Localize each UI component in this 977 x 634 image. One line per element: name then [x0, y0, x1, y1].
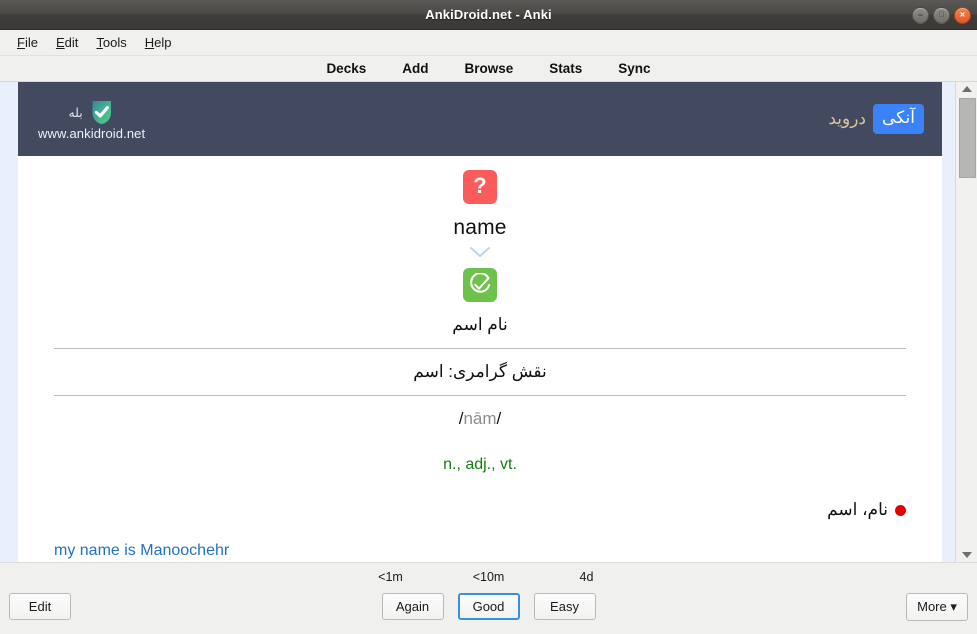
ease-intervals: <1m <10m 4d — [0, 570, 977, 584]
question-mark-glyph: ? — [473, 173, 487, 198]
menu-item-file[interactable]: File — [8, 32, 47, 53]
maximize-button[interactable]: □ — [933, 6, 950, 24]
minimize-icon: – — [917, 9, 923, 19]
card-back-icon-block — [18, 260, 942, 302]
meaning-text: نام، اسم — [827, 500, 888, 519]
bullet-dot-icon — [895, 504, 906, 516]
answer-buttons-bar: Edit <1m <10m 4d Again Good Easy More ▾ — [0, 562, 977, 634]
flashcard: بله www.ankidroid.net آنکی درويد ? name … — [18, 82, 942, 562]
scroll-down-arrow-icon[interactable] — [956, 548, 977, 562]
card-webview: بله www.ankidroid.net آنکی درويد ? name … — [0, 82, 955, 562]
menu-mnemonic-edit: E — [55, 35, 65, 50]
menu-item-help[interactable]: Help — [136, 32, 181, 53]
anki-main-window: AnkiDroid.net - Anki – □ × File Edit Too… — [0, 0, 977, 634]
pronunciation-line: /nām/ — [18, 396, 942, 442]
scroll-up-arrow-icon[interactable] — [956, 82, 977, 96]
card-front-block: ? name — [18, 156, 942, 260]
pronunciation-text: nām — [463, 409, 497, 428]
part-of-speech: n., adj., vt. — [443, 456, 517, 473]
interval-again: <1m — [378, 570, 403, 584]
minimize-button[interactable]: – — [912, 6, 929, 24]
nav-link-decks[interactable]: Decks — [326, 61, 366, 76]
more-button[interactable]: More ▾ — [906, 593, 968, 621]
shield-check-icon — [89, 99, 115, 125]
banner-url[interactable]: www.ankidroid.net — [38, 126, 145, 141]
nav-link-add[interactable]: Add — [402, 61, 428, 76]
grammar-line: نقش گرامری: اسم — [413, 362, 547, 381]
card-banner: بله www.ankidroid.net آنکی درويد — [18, 82, 942, 156]
brand-box-label: آنکی — [872, 103, 924, 135]
banner-brand-group: آنکی درويد — [828, 103, 924, 135]
menu-item-tools[interactable]: Tools — [87, 32, 135, 53]
check-circle-icon — [463, 268, 497, 302]
menu-mnemonic-file: F — [17, 35, 25, 50]
nav-link-sync[interactable]: Sync — [618, 61, 650, 76]
content-area: بله www.ankidroid.net آنکی درويد ? name … — [0, 82, 977, 562]
banner-badge-label: بله — [68, 105, 83, 120]
banner-logo-row: بله — [68, 99, 114, 125]
good-button[interactable]: Good — [457, 593, 520, 620]
ease-buttons: Again Good Easy — [0, 593, 977, 620]
chevron-down-icon[interactable] — [18, 244, 942, 260]
card-body: ? name نام اسم نقش گرامری: اسم /nām/ n.,… — [18, 156, 942, 562]
window-title: AnkiDroid.net - Anki — [425, 7, 552, 22]
menu-mnemonic-help: H — [144, 35, 155, 50]
question-mark-icon: ? — [463, 170, 497, 204]
window-titlebar: AnkiDroid.net - Anki – □ × — [0, 0, 977, 30]
main-navbar: Decks Add Browse Stats Sync — [0, 56, 977, 82]
scrollbar-thumb[interactable] — [959, 98, 976, 178]
again-button[interactable]: Again — [381, 593, 444, 620]
maximize-icon: □ — [939, 9, 944, 19]
example-sentence: my name is Manoochehr — [54, 542, 230, 559]
easy-button[interactable]: Easy — [533, 593, 596, 620]
menu-label-edit: dit — [64, 35, 79, 50]
close-button[interactable]: × — [954, 6, 971, 24]
meaning-row: نام، اسم — [18, 482, 942, 526]
menubar: File Edit Tools Help — [0, 30, 977, 56]
pronunciation-close-slash: / — [496, 409, 502, 428]
headword-line: نام اسم — [452, 315, 508, 334]
menu-item-edit[interactable]: Edit — [47, 32, 87, 53]
interval-good: <10m — [472, 570, 505, 584]
menu-label-file: ile — [24, 35, 38, 50]
banner-left-group: بله www.ankidroid.net — [38, 97, 145, 141]
front-word: name — [453, 216, 507, 239]
interval-easy: 4d — [579, 570, 594, 584]
window-controls: – □ × — [912, 0, 971, 30]
brand-side-label: درويد — [828, 108, 866, 128]
nav-link-stats[interactable]: Stats — [549, 61, 582, 76]
menu-label-tools: ools — [102, 35, 127, 50]
menu-label-help: elp — [154, 35, 172, 50]
nav-link-browse[interactable]: Browse — [464, 61, 513, 76]
close-icon: × — [959, 9, 966, 19]
vertical-scrollbar[interactable] — [955, 82, 977, 562]
